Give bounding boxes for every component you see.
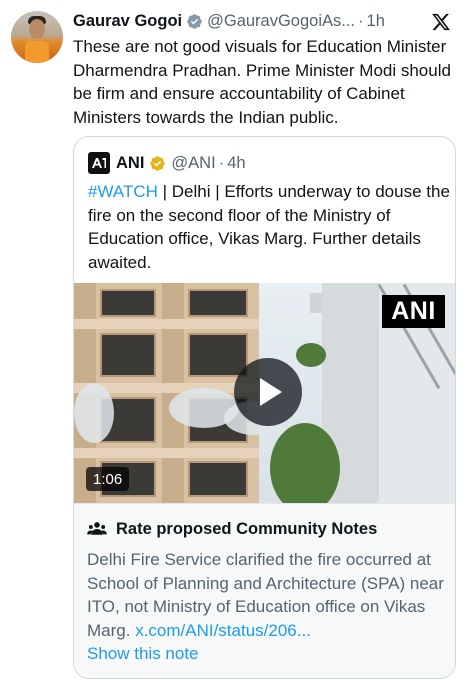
author-handle[interactable]: @GauravGogoiAs...	[207, 12, 355, 31]
avatar-shawl	[25, 41, 49, 63]
gold-verified-badge-icon	[150, 155, 166, 171]
video-duration: 1:06	[86, 467, 130, 491]
video-smoke	[74, 383, 114, 443]
post[interactable]: Gaurav Gogoi @GauravGogoiAs... · 1h Thes…	[0, 0, 467, 680]
building-window	[100, 333, 156, 377]
x-logo-icon[interactable]	[431, 12, 451, 32]
separator-dot: ·	[358, 11, 364, 30]
community-notes-header: Rate proposed Community Notes	[87, 518, 377, 540]
play-icon	[260, 378, 282, 406]
building-window	[188, 289, 248, 317]
post-text: These are not good visuals for Education…	[73, 37, 451, 127]
community-note-link[interactable]: x.com/ANI/status/206...	[135, 621, 311, 640]
quoted-post-text: #WATCH | Delhi | Efforts underway to dou…	[88, 180, 450, 274]
quoted-separator-dot: ·	[218, 153, 225, 172]
play-button[interactable]	[234, 358, 302, 426]
video-tree	[270, 423, 340, 503]
quoted-post[interactable]: ANI @ANI · 4h #WATCH | Delhi | Efforts u…	[73, 136, 456, 679]
video-player[interactable]: ANI 1:06	[74, 283, 455, 503]
ani-logo-icon	[92, 158, 106, 168]
ani-avatar[interactable]	[88, 152, 110, 174]
video-tree	[296, 343, 326, 367]
quoted-display-name[interactable]: ANI	[116, 154, 144, 173]
ani-watermark: ANI	[382, 295, 445, 328]
community-note-text: Delhi Fire Service clarified the fire oc…	[87, 548, 449, 642]
building-window	[188, 461, 248, 497]
author-display-name[interactable]: Gaurav Gogoi	[73, 12, 182, 31]
building-slab	[74, 319, 259, 329]
post-header: Gaurav Gogoi @GauravGogoiAs... · 1h	[73, 10, 403, 32]
quoted-time[interactable]: 4h	[227, 154, 245, 173]
avatar-face	[29, 19, 45, 39]
post-time[interactable]: 1h	[367, 12, 385, 31]
community-notes-title: Rate proposed Community Notes	[116, 519, 378, 538]
verified-badge-icon	[187, 13, 202, 29]
people-icon	[87, 522, 107, 535]
building-window	[188, 333, 248, 377]
hashtag-link[interactable]: #WATCH	[88, 182, 158, 201]
community-notes-panel[interactable]: Rate proposed Community Notes Delhi Fire…	[74, 503, 455, 678]
building-slab	[74, 448, 259, 458]
show-this-note-link[interactable]: Show this note	[87, 644, 199, 664]
author-avatar[interactable]	[11, 11, 63, 63]
quoted-post-header: ANI @ANI · 4h	[88, 151, 246, 175]
building-window	[100, 289, 156, 317]
quoted-handle[interactable]: @ANI	[171, 154, 215, 173]
